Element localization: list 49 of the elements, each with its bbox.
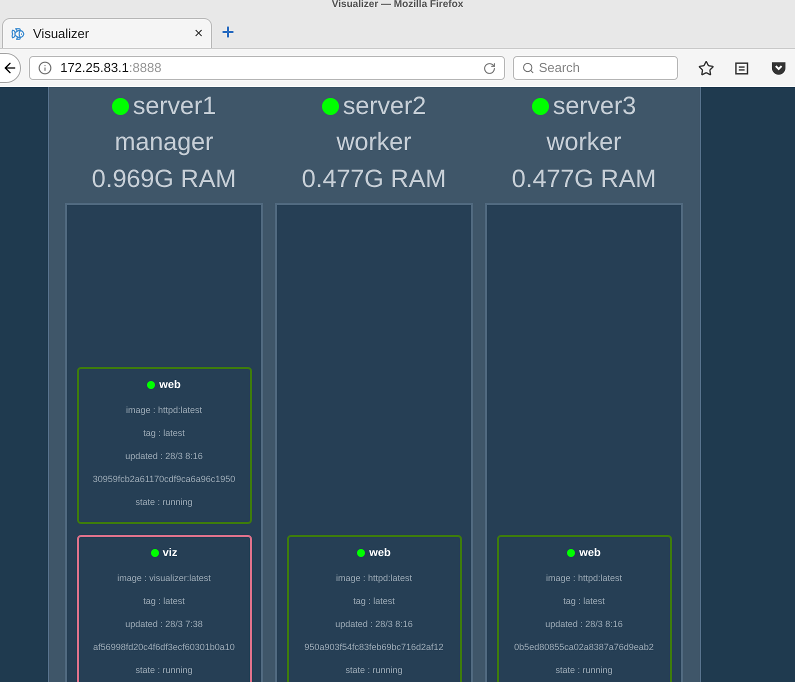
- service-detail: image : httpd:latest: [546, 572, 622, 584]
- node-ram: 0.969G RAM: [92, 164, 236, 195]
- service-detail: state : running: [135, 496, 193, 508]
- back-button[interactable]: [0, 53, 22, 83]
- node-ram: 0.477G RAM: [302, 164, 446, 195]
- url-text: 172.25.83.1:8888: [60, 59, 162, 78]
- window-title: Visualizer — Mozilla Firefox: [332, 0, 464, 12]
- node-name: server2: [342, 91, 426, 122]
- service-detail: af56998fd20c4f6df3ecf60301b0a10: [93, 640, 235, 654]
- service-detail: updated : 28/3 8:16: [545, 618, 623, 630]
- tab-title: Visualizer: [33, 24, 90, 43]
- service-detail: image : httpd:latest: [126, 404, 202, 416]
- node-name: server3: [552, 91, 636, 122]
- search-field[interactable]: Search: [513, 56, 678, 80]
- node-ram: 0.477G RAM: [512, 164, 656, 195]
- service-detail: tag : latest: [143, 594, 185, 608]
- pocket-icon[interactable]: [770, 60, 787, 76]
- bookmark-star-icon[interactable]: [698, 60, 714, 76]
- address-field[interactable]: 172.25.83.1:8888: [29, 56, 506, 80]
- info-icon: [38, 61, 52, 75]
- reload-icon[interactable]: [483, 62, 496, 74]
- search-input[interactable]: Search: [538, 58, 669, 78]
- browser-tab[interactable]: Visualizer ×: [2, 18, 212, 48]
- service-detail: tag : latest: [143, 426, 185, 440]
- service-detail: updated : 28/3 8:16: [125, 450, 203, 462]
- service-name: viz: [162, 546, 178, 561]
- service-detail: 950a903f54fc83feb69bc716d2af12: [304, 640, 444, 654]
- service-detail: state : running: [135, 664, 193, 676]
- new-tab-icon[interactable]: [220, 24, 236, 40]
- search-icon: [522, 61, 535, 75]
- node-role: worker: [546, 127, 622, 158]
- service-detail: image : visualizer:latest: [117, 572, 211, 584]
- node-role: worker: [336, 127, 412, 158]
- node-role: manager: [114, 127, 214, 158]
- service-detail: image : httpd:latest: [336, 572, 412, 584]
- service-detail: state : running: [555, 664, 613, 676]
- service-detail: 30959fcb2a61170cdf9ca6a96c1950: [92, 472, 236, 486]
- service-detail: updated : 28/3 8:16: [335, 618, 413, 630]
- close-tab-button[interactable]: ×: [194, 26, 203, 41]
- service-name: web: [369, 546, 391, 561]
- service-detail: tag : latest: [353, 594, 395, 608]
- list-icon[interactable]: [734, 60, 750, 76]
- service-name: web: [579, 546, 601, 561]
- service-name: web: [159, 378, 181, 393]
- service-detail: tag : latest: [563, 594, 605, 608]
- service-detail: 0b5ed80855ca02a8387a76d9eab2: [514, 640, 654, 654]
- node-name: server1: [132, 91, 216, 122]
- service-detail: updated : 28/3 7:38: [125, 618, 203, 630]
- service-detail: state : running: [345, 664, 403, 676]
